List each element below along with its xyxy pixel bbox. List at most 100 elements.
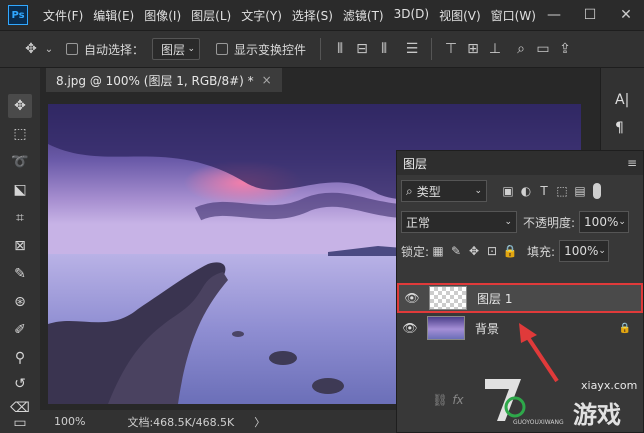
opacity-value: 100% <box>584 215 619 229</box>
smart-object-filter-icon[interactable]: ▤ <box>571 184 589 198</box>
fill-label: 填充: <box>527 244 556 259</box>
lasso-tool-icon[interactable]: ➰ <box>8 150 32 174</box>
menu-file[interactable]: 文件(F) <box>38 7 88 24</box>
link-icon[interactable]: ⛓ <box>431 393 449 407</box>
menu-window[interactable]: 窗口(W) <box>486 7 541 24</box>
layer-row-layer1[interactable]: 👁 图层 1 <box>397 283 643 313</box>
lock-all-icon[interactable]: 🔒 <box>501 244 519 258</box>
distribute-icon[interactable]: ☰ <box>401 41 423 57</box>
maximize-button[interactable]: ☐ <box>572 0 608 30</box>
align-center-icon[interactable]: ⊟ <box>351 41 373 57</box>
share-icon[interactable]: ⇪ <box>554 41 576 57</box>
auto-select-dropdown[interactable]: 图层 ⌄ <box>152 38 201 60</box>
chevron-down-icon: ⌄ <box>504 217 512 227</box>
layers-panel-title[interactable]: 图层 <box>403 155 427 172</box>
align-right-icon[interactable]: ⫴ <box>373 41 395 57</box>
align-left-icon[interactable]: ⫴ <box>329 41 351 57</box>
filter-toggle[interactable] <box>593 183 601 199</box>
lock-transparency-icon[interactable]: ▦ <box>429 244 447 258</box>
blend-mode-value: 正常 <box>406 215 431 230</box>
align-middle-icon[interactable]: ⊞ <box>462 41 484 57</box>
toolbox: ✥ ⬚ ➰ ⬕ ⌗ ⊠ ✎ ⊛ ✐ ⚲ ↺ ⌫ ▭ <box>0 68 40 433</box>
document-info: 文档:468.5K/468.5K <box>127 415 235 429</box>
layers-panel-header: 图层 ≡ <box>397 151 643 175</box>
brush-tool-icon[interactable]: ✐ <box>8 318 32 342</box>
visibility-eye-icon[interactable]: 👁 <box>397 321 423 335</box>
blend-opacity-row: 正常 ⌄ 不透明度: 100% ⌄ <box>397 207 643 237</box>
adjustment-filter-icon[interactable]: ◐ <box>517 184 535 198</box>
align-bottom-icon[interactable]: ⊥ <box>484 41 506 57</box>
window-controls: — ☐ ✕ <box>536 0 644 30</box>
fill-field[interactable]: 100% ⌄ <box>559 240 610 262</box>
chevron-down-icon: ⌄ <box>598 246 606 256</box>
menu-view[interactable]: 视图(V) <box>434 7 486 24</box>
panel-menu-icon[interactable]: ≡ <box>627 156 637 170</box>
chevron-down-icon[interactable]: ⌄ <box>42 44 56 55</box>
document-tab[interactable]: 8.jpg @ 100% (图层 1, RGB/8#) * × <box>46 68 282 92</box>
gradient-tool-icon[interactable]: ▭ <box>8 414 32 432</box>
layer-filter-value: 类型 <box>416 184 441 199</box>
zoom-level[interactable]: 100% <box>54 415 85 428</box>
blend-mode-dropdown[interactable]: 正常 ⌄ <box>401 211 517 233</box>
menu-select[interactable]: 选择(S) <box>287 7 338 24</box>
move-tool-icon[interactable]: ✥ <box>8 94 32 118</box>
chevron-down-icon: ⌄ <box>187 44 196 54</box>
marquee-tool-icon[interactable]: ⬚ <box>8 122 32 146</box>
layer-filter-row: ⌕ 类型 ⌄ ▣ ◐ T ⬚ ▤ <box>397 175 643 207</box>
menu-edit[interactable]: 编辑(E) <box>88 7 139 24</box>
menu-layer[interactable]: 图层(L) <box>186 7 236 24</box>
workspace-icon[interactable]: ▭ <box>532 41 554 57</box>
divider <box>320 38 322 60</box>
close-icon[interactable]: × <box>262 73 272 87</box>
minimize-button[interactable]: — <box>536 0 572 30</box>
layer-filter-dropdown[interactable]: ⌕ 类型 ⌄ <box>401 180 487 202</box>
tab-bar: 8.jpg @ 100% (图层 1, RGB/8#) * × <box>40 68 600 92</box>
layer-name[interactable]: 背景 <box>475 320 499 337</box>
show-transform-checkbox[interactable] <box>216 43 229 55</box>
menu-type[interactable]: 文字(Y) <box>236 7 287 24</box>
auto-select-value: 图层 <box>161 42 186 57</box>
photoshop-logo: Ps <box>8 5 28 25</box>
history-brush-icon[interactable]: ↺ <box>8 372 32 396</box>
close-button[interactable]: ✕ <box>608 0 644 30</box>
move-tool-icon[interactable]: ✥ <box>20 41 42 57</box>
menu-filter[interactable]: 滤镜(T) <box>338 7 389 24</box>
search-icon: ⌕ <box>406 183 413 198</box>
eyedropper-icon[interactable]: ✎ <box>8 262 32 286</box>
image-filter-icon[interactable]: ▣ <box>499 184 517 198</box>
lock-artboard-icon[interactable]: ⊡ <box>483 244 501 258</box>
lock-label: 锁定: <box>401 244 430 259</box>
layer-thumbnail <box>427 316 465 340</box>
align-top-icon[interactable]: ⊤ <box>440 41 462 57</box>
chevron-right-icon[interactable]: 〉 <box>254 414 265 430</box>
lock-position-icon[interactable]: ✥ <box>465 244 483 258</box>
menu-bar: Ps 文件(F) 编辑(E) 图像(I) 图层(L) 文字(Y) 选择(S) 滤… <box>0 0 644 30</box>
lock-pixels-icon[interactable]: ✎ <box>447 244 465 258</box>
healing-brush-icon[interactable]: ⊛ <box>8 290 32 314</box>
search-icon[interactable]: ⌕ <box>510 41 532 57</box>
watermark-brand: 游戏 <box>573 401 621 429</box>
opacity-label: 不透明度: <box>523 215 576 230</box>
show-transform-label: 显示变换控件 <box>234 42 307 57</box>
watermark-sub: GUOYOUXIWANG <box>513 419 564 426</box>
type-filter-icon[interactable]: T <box>535 184 553 198</box>
fill-value: 100% <box>564 244 599 258</box>
visibility-eye-icon[interactable]: 👁 <box>399 291 425 305</box>
frame-tool-icon[interactable]: ⊠ <box>8 234 32 258</box>
options-bar: ✥ ⌄ 自动选择： 图层 ⌄ 显示变换控件 ⫴ ⊟ ⫴ ☰ ⊤ ⊞ ⊥ ⌕ ▭ … <box>0 30 644 68</box>
show-transform-option[interactable]: 显示变换控件 <box>216 41 306 58</box>
auto-select-option[interactable]: 自动选择： <box>66 41 144 58</box>
opacity-field[interactable]: 100% ⌄ <box>579 211 630 233</box>
shape-filter-icon[interactable]: ⬚ <box>553 184 571 198</box>
layer-name[interactable]: 图层 1 <box>477 290 512 307</box>
auto-select-checkbox[interactable] <box>66 43 78 55</box>
stamp-tool-icon[interactable]: ⚲ <box>8 346 32 370</box>
menu-image[interactable]: 图像(I) <box>139 7 186 24</box>
chevron-down-icon: ⌄ <box>474 186 482 196</box>
object-select-icon[interactable]: ⬕ <box>8 178 32 202</box>
menu-3d[interactable]: 3D(D) <box>389 7 434 24</box>
paragraph-panel-icon[interactable]: ¶ <box>615 120 624 136</box>
crop-tool-icon[interactable]: ⌗ <box>8 206 32 230</box>
character-panel-icon[interactable]: A| <box>615 92 629 108</box>
chevron-down-icon: ⌄ <box>618 217 626 227</box>
